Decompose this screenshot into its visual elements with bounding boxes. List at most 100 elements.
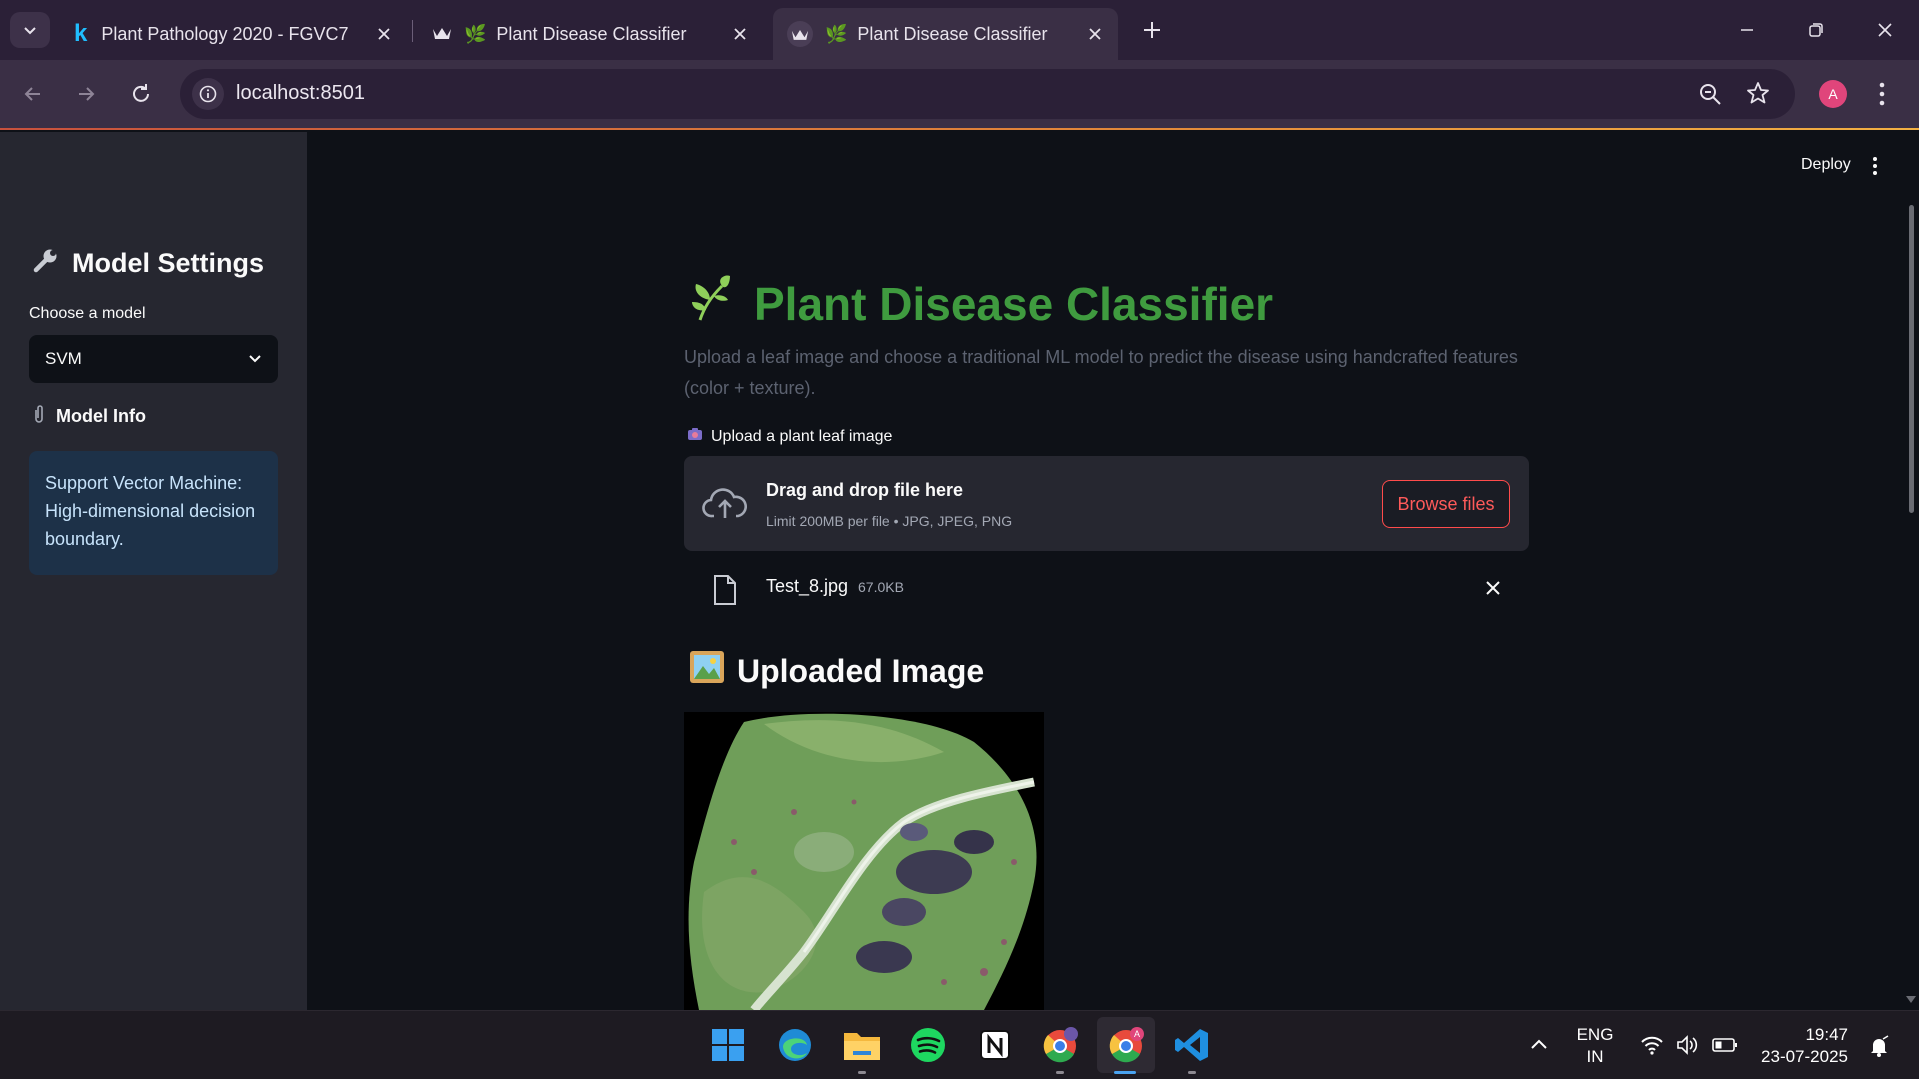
browser-toolbar: localhost:8501 A bbox=[0, 60, 1919, 130]
close-tab-icon[interactable] bbox=[1084, 23, 1106, 45]
scrollbar-thumb[interactable] bbox=[1909, 205, 1914, 513]
model-select-value: SVM bbox=[45, 349, 82, 368]
taskbar-indicator bbox=[1056, 1071, 1064, 1074]
wifi-icon[interactable] bbox=[1640, 1035, 1664, 1060]
edge-icon[interactable] bbox=[775, 1025, 815, 1065]
browser-tab-strip: k Plant Pathology 2020 - FGVC7 | 🌿 Plant… bbox=[0, 0, 1919, 60]
profile-avatar[interactable]: A bbox=[1819, 80, 1847, 108]
streamlit-crown-icon bbox=[787, 21, 813, 47]
sidebar-title-text: Model Settings bbox=[72, 248, 265, 278]
sidebar: Model Settings Choose a model SVM Model … bbox=[0, 132, 307, 1010]
tab-plant-disease-classifier-2[interactable]: 🌿 Plant Disease Classifier bbox=[773, 8, 1118, 60]
framed-picture-icon bbox=[689, 650, 725, 692]
kaggle-icon: k bbox=[74, 20, 88, 47]
close-tab-icon[interactable] bbox=[373, 23, 395, 45]
windows-taskbar: A ENG IN 19:47 23-07-2025 bbox=[0, 1010, 1919, 1079]
uploaded-file-row: Test_8.jpg 67.0KB bbox=[684, 566, 1529, 614]
seedling-icon: 🌿 bbox=[825, 23, 848, 44]
address-bar[interactable]: localhost:8501 bbox=[180, 69, 1795, 119]
new-tab-button[interactable] bbox=[1130, 10, 1174, 50]
browse-files-button[interactable]: Browse files bbox=[1382, 480, 1510, 528]
url-text: localhost:8501 bbox=[236, 82, 365, 104]
uploader-label: Upload a plant leaf image bbox=[687, 427, 892, 446]
close-tab-icon[interactable] bbox=[729, 23, 751, 45]
clock-time[interactable]: 19:47 bbox=[1760, 1025, 1848, 1045]
tab-label: Plant Pathology 2020 - FGVC7 | bbox=[101, 23, 352, 44]
page-caption: Upload a leaf image and choose a traditi… bbox=[684, 347, 1518, 398]
tab-plant-disease-classifier-1[interactable]: 🌿 Plant Disease Classifier bbox=[418, 8, 763, 60]
taskbar-indicator bbox=[858, 1071, 866, 1074]
chevron-up-icon[interactable] bbox=[1530, 1037, 1548, 1055]
deploy-button[interactable]: Deploy bbox=[1801, 156, 1851, 174]
spotify-icon[interactable] bbox=[908, 1025, 948, 1065]
uploaded-leaf-image bbox=[684, 712, 1044, 1010]
wrench-icon bbox=[32, 246, 60, 281]
file-icon bbox=[712, 574, 738, 611]
chevron-down-icon bbox=[24, 27, 36, 35]
cloud-upload-icon bbox=[702, 486, 748, 525]
seedling-icon bbox=[690, 274, 734, 333]
bookmark-star-icon[interactable] bbox=[1746, 81, 1770, 110]
uploaded-file-name: Test_8.jpg bbox=[766, 576, 849, 596]
uploaded-image-heading: Uploaded Image bbox=[689, 650, 984, 692]
reload-button[interactable] bbox=[121, 74, 161, 114]
chevron-down-icon bbox=[246, 349, 264, 372]
close-window-button[interactable] bbox=[1863, 10, 1907, 50]
battery-icon[interactable] bbox=[1712, 1036, 1738, 1059]
dropzone-limit: Limit 200MB per file • JPG, JPEG, PNG bbox=[766, 513, 1013, 529]
remove-file-icon[interactable] bbox=[1485, 580, 1501, 601]
page-title-text: Plant Disease Classifier bbox=[754, 277, 1274, 330]
app-menu-icon[interactable] bbox=[1872, 156, 1878, 181]
tab-label: Plant Disease Classifier bbox=[857, 23, 1048, 44]
tab-plant-pathology[interactable]: k Plant Pathology 2020 - FGVC7 | bbox=[62, 8, 407, 60]
plus-icon bbox=[1144, 22, 1160, 38]
file-explorer-icon[interactable] bbox=[842, 1025, 882, 1065]
input-language[interactable]: ENG bbox=[1572, 1025, 1618, 1045]
chrome-profile-2-icon[interactable]: A bbox=[1106, 1025, 1146, 1065]
site-info-icon[interactable] bbox=[192, 78, 224, 110]
model-select-label: Choose a model bbox=[29, 305, 146, 322]
page-title: Plant Disease Classifier bbox=[690, 274, 1273, 333]
volume-icon[interactable] bbox=[1676, 1035, 1700, 1060]
loading-accent-line bbox=[0, 128, 1919, 130]
input-region[interactable]: IN bbox=[1572, 1047, 1618, 1067]
taskbar-indicator bbox=[1188, 1071, 1196, 1074]
camera-icon bbox=[687, 427, 703, 446]
arrow-left-icon bbox=[24, 87, 40, 101]
arrow-right-icon bbox=[79, 87, 95, 101]
dropzone-title: Drag and drop file here bbox=[766, 480, 964, 500]
vscode-icon[interactable] bbox=[1172, 1025, 1212, 1065]
minimize-icon bbox=[1741, 29, 1753, 31]
forward-button[interactable] bbox=[66, 74, 106, 114]
paperclip-icon bbox=[32, 404, 46, 429]
tab-label: Plant Disease Classifier bbox=[496, 23, 687, 44]
notion-icon[interactable] bbox=[975, 1025, 1015, 1065]
scrollbar-down-arrow[interactable] bbox=[1906, 996, 1916, 1003]
windows-start-icon[interactable] bbox=[708, 1025, 748, 1065]
back-button[interactable] bbox=[13, 74, 53, 114]
seedling-icon: 🌿 bbox=[464, 23, 487, 44]
minimize-button[interactable] bbox=[1725, 10, 1769, 50]
file-dropzone[interactable]: Drag and drop file here Limit 200MB per … bbox=[684, 456, 1529, 551]
model-select[interactable]: SVM bbox=[29, 335, 278, 383]
reload-icon bbox=[133, 84, 149, 102]
tab-search-button[interactable] bbox=[10, 12, 50, 48]
restore-icon bbox=[1809, 23, 1823, 37]
browser-menu-icon[interactable] bbox=[1878, 82, 1886, 111]
uploaded-image-heading-text: Uploaded Image bbox=[737, 652, 985, 689]
svg-text:A: A bbox=[1134, 1029, 1140, 1039]
uploader-label-text: Upload a plant leaf image bbox=[711, 427, 893, 445]
close-icon bbox=[1878, 23, 1892, 37]
clock-date[interactable]: 23-07-2025 bbox=[1752, 1047, 1848, 1067]
zoom-icon[interactable] bbox=[1698, 82, 1722, 111]
model-info-box: Support Vector Machine: High-dimensional… bbox=[29, 451, 278, 575]
uploaded-file-size: 67.0KB bbox=[858, 579, 904, 595]
sidebar-title: Model Settings bbox=[32, 246, 264, 281]
model-info-heading-text: Model Info bbox=[56, 406, 146, 426]
restore-button[interactable] bbox=[1794, 10, 1838, 50]
taskbar-active-indicator bbox=[1114, 1071, 1136, 1074]
notification-bell-icon[interactable] bbox=[1868, 1035, 1890, 1062]
chrome-profile-1-icon[interactable] bbox=[1040, 1025, 1080, 1065]
streamlit-crown-icon bbox=[432, 24, 452, 45]
tab-separator bbox=[412, 20, 413, 42]
